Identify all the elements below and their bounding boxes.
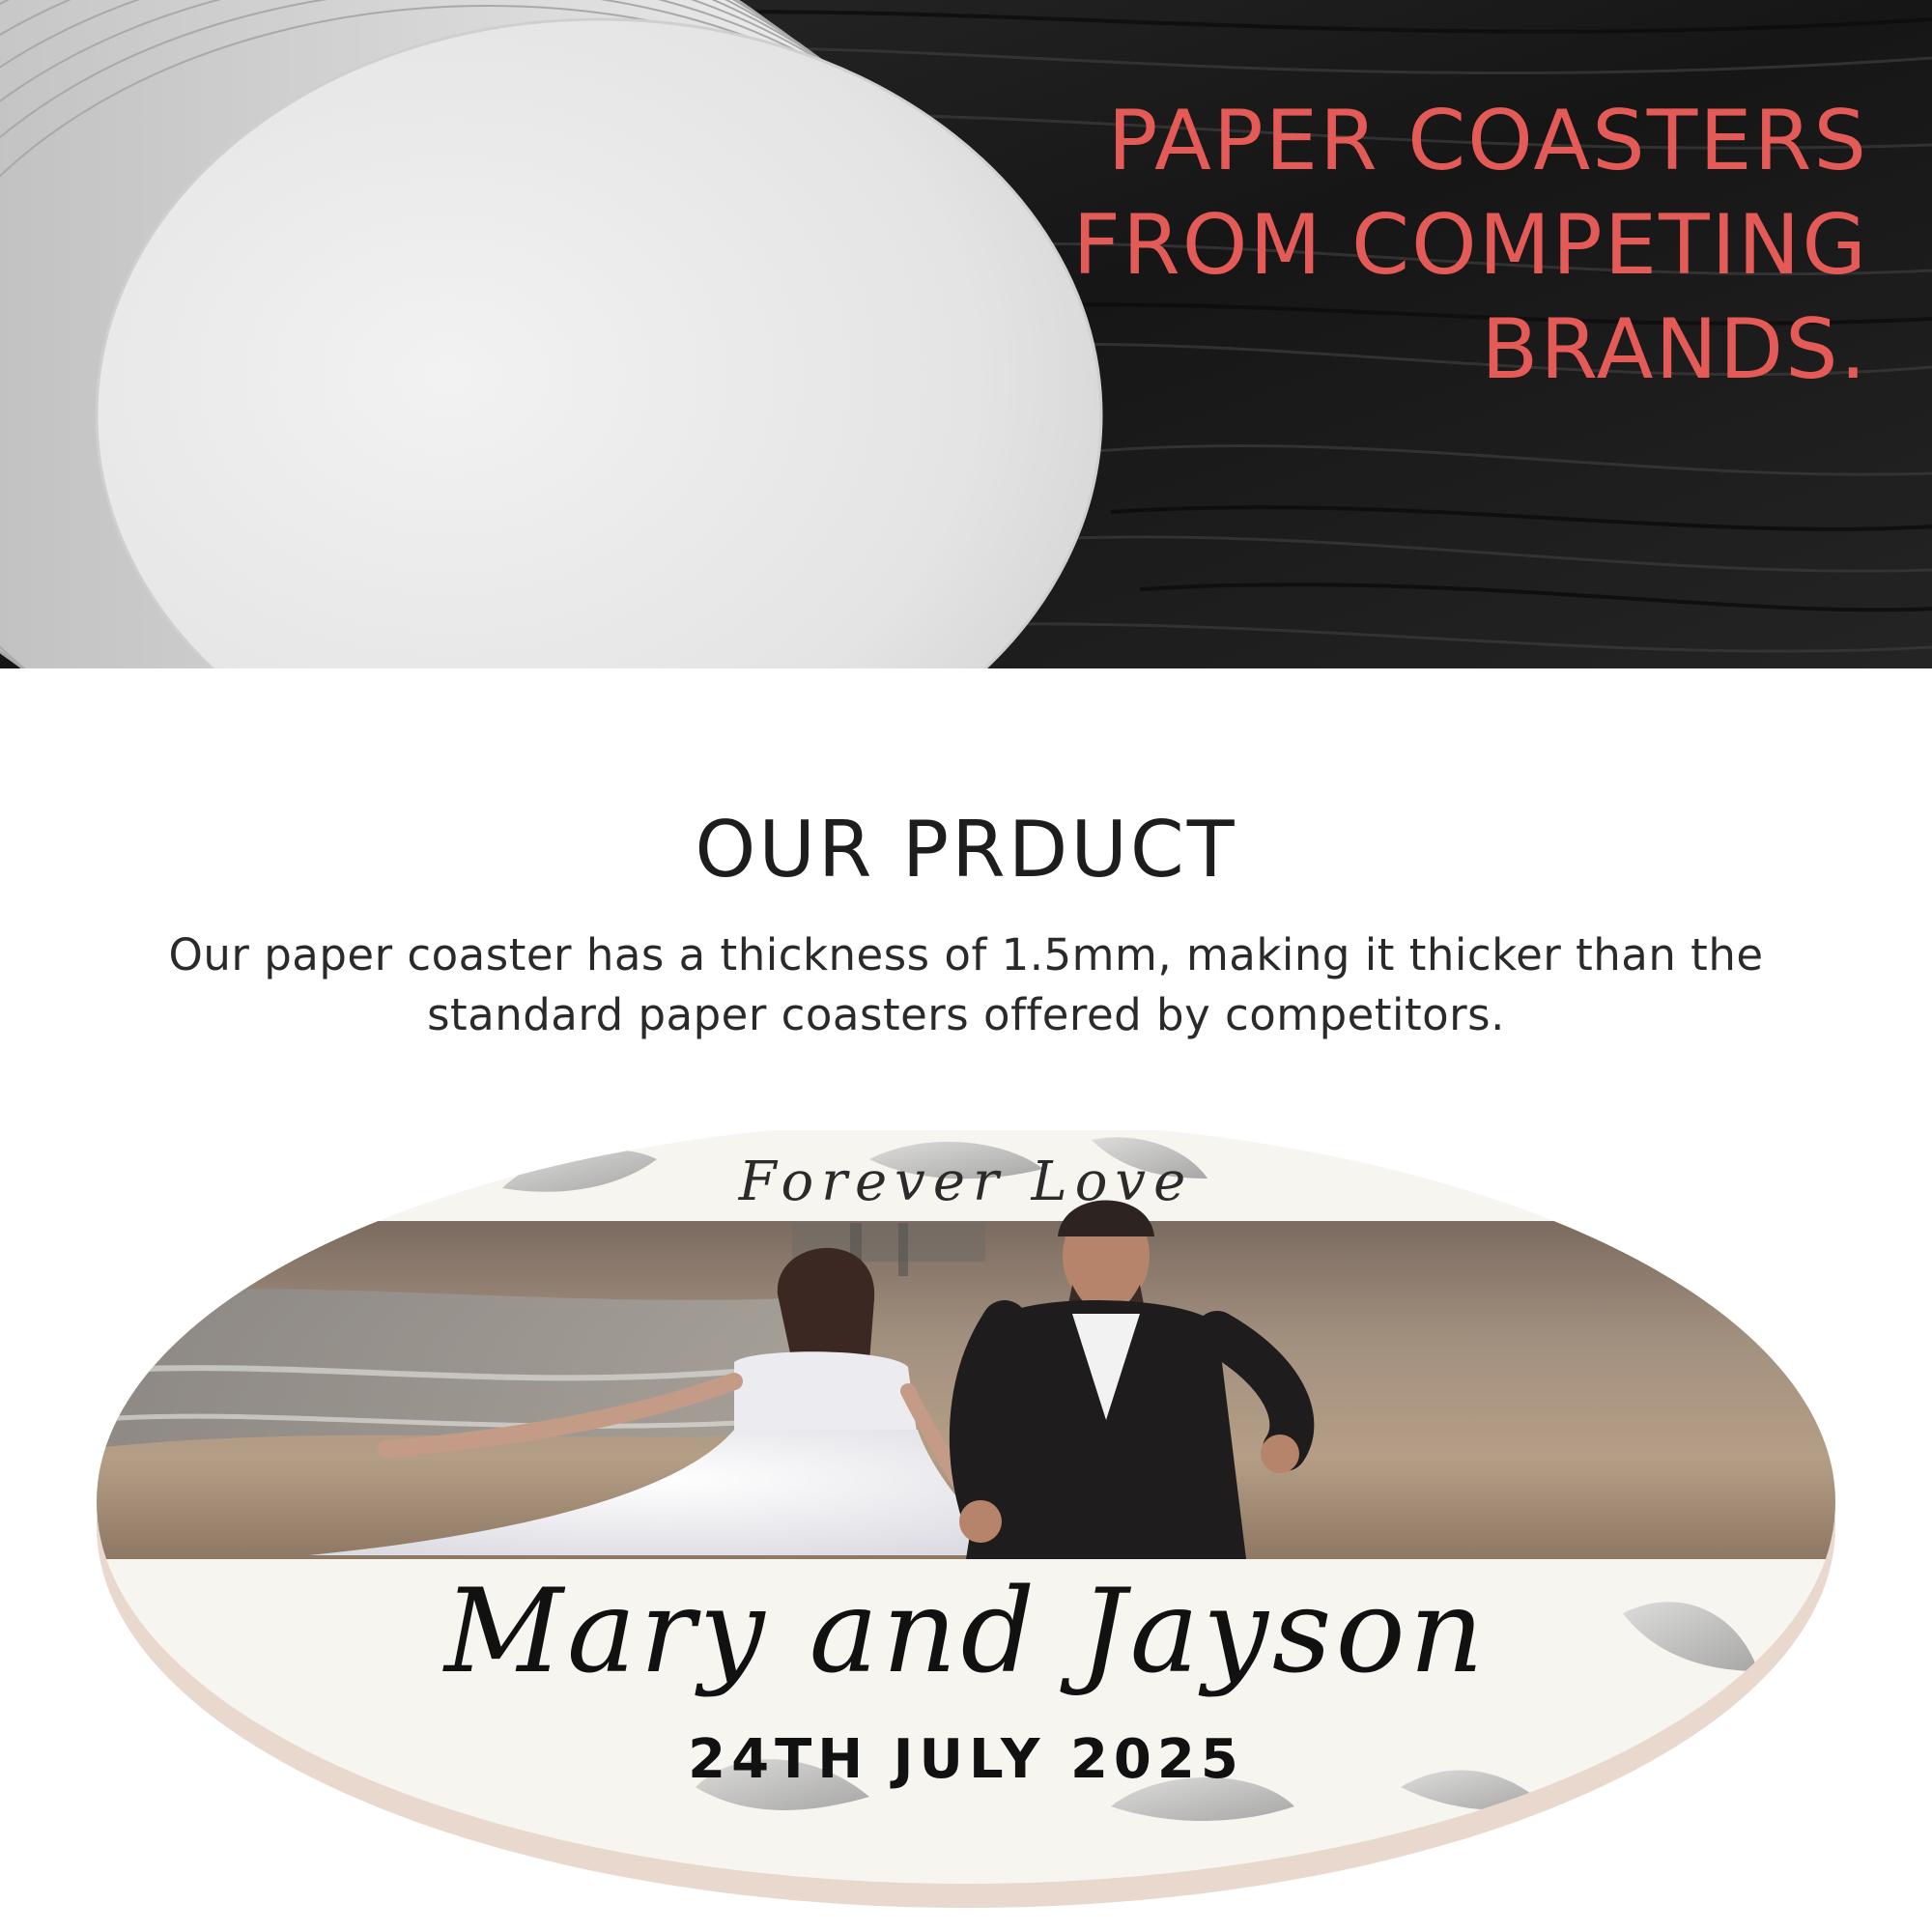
hero-title: PAPER COASTERS FROM COMPETING BRANDS. [902,89,1868,402]
coaster-date: 24TH JULY 2025 [688,1728,1244,1791]
product-description: Our paper coaster has a thickness of 1.5… [168,929,1764,1040]
coaster-names: Mary and Jayson [442,1565,1488,1699]
couple-beach-photo [97,1200,1835,1559]
hero-title-line-2: FROM COMPETING [1072,197,1868,294]
personalized-coaster-image: Forever Love Mary and Jayson 24TH JULY 2… [0,1130,1932,1932]
coaster-tagline: Forever Love [738,1151,1193,1213]
hero-title-line-3: BRANDS. [1481,301,1868,398]
product-heading: OUR PRDUCT [695,805,1237,895]
hero-title-line-1: PAPER COASTERS [1107,93,1868,189]
page: PAPER COASTERS FROM COMPETING BRANDS. OU… [0,0,1932,1932]
hero-banner: PAPER COASTERS FROM COMPETING BRANDS. [0,0,1932,668]
